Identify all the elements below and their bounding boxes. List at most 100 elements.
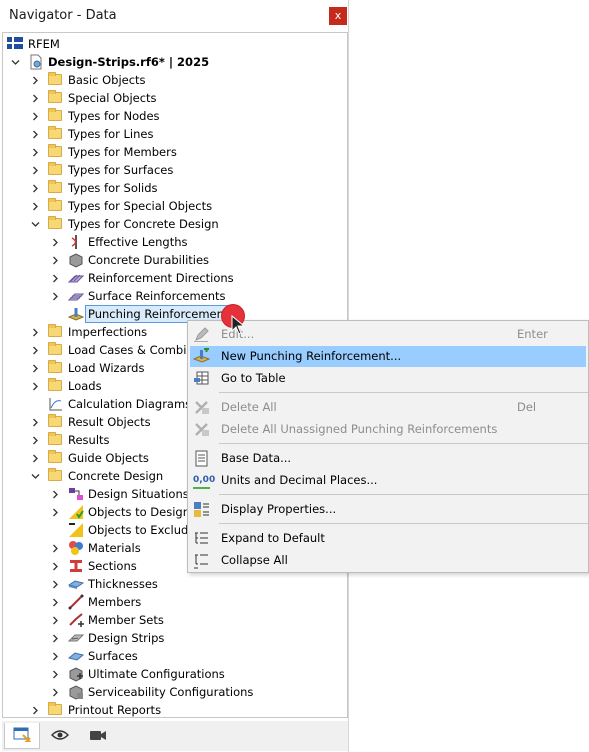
folder-icon: [48, 180, 64, 196]
tree-root[interactable]: RFEM: [3, 35, 347, 53]
folder-icon: [48, 90, 64, 106]
tree-item[interactable]: Surface Reinforcements: [3, 287, 347, 305]
tree-item-label: Special Objects: [68, 91, 157, 105]
menu-label: Base Data...: [221, 451, 292, 465]
data-navigator-icon: [13, 726, 32, 745]
menu-item-collapse-all[interactable]: Collapse All: [190, 550, 586, 571]
chevron-right-icon[interactable]: [49, 575, 61, 593]
tree-item[interactable]: Surfaces: [3, 647, 347, 665]
chevron-right-icon[interactable]: [49, 629, 61, 647]
chevron-down-icon[interactable]: [9, 53, 21, 71]
chevron-right-icon[interactable]: [29, 161, 41, 179]
base-data-icon: [193, 450, 210, 467]
chevron-right-icon[interactable]: [29, 431, 41, 449]
chevron-right-icon[interactable]: [49, 665, 61, 683]
folder-icon: [48, 468, 64, 484]
chevron-right-icon[interactable]: [29, 179, 41, 197]
punching-reinforcement-icon: [67, 306, 85, 322]
tree-item-label: Sections: [88, 559, 137, 573]
menu-item-edit[interactable]: Edit... Enter: [190, 324, 586, 345]
objects-to-exclude-icon: [68, 522, 84, 538]
chevron-right-icon[interactable]: [29, 89, 41, 107]
close-button[interactable]: x: [329, 7, 347, 25]
menu-item-delete-all[interactable]: Delete All Del: [190, 397, 586, 418]
menu-separator: [219, 392, 588, 393]
tree-item[interactable]: Design Strips: [3, 629, 347, 647]
folder-icon: [48, 342, 64, 358]
menu-label: Delete All: [221, 400, 277, 414]
tree-item[interactable]: Thicknesses: [3, 575, 347, 593]
tree-item[interactable]: Types for Members: [3, 143, 347, 161]
tab-camera[interactable]: [80, 723, 116, 749]
chevron-right-icon[interactable]: [29, 107, 41, 125]
chevron-right-icon[interactable]: [49, 233, 61, 251]
tree-item-label: Materials: [88, 541, 141, 555]
folder-icon: [48, 702, 64, 718]
menu-item-delete-unassigned[interactable]: Delete All Unassigned Punching Reinforce…: [190, 419, 586, 440]
sections-icon: [68, 558, 84, 574]
menu-item-new-punching-reinforcement[interactable]: New Punching Reinforcement...: [190, 346, 586, 367]
chevron-right-icon[interactable]: [49, 611, 61, 629]
chevron-right-icon[interactable]: [49, 485, 61, 503]
chevron-right-icon[interactable]: [29, 449, 41, 467]
chevron-down-icon[interactable]: [29, 215, 41, 233]
chevron-right-icon[interactable]: [29, 359, 41, 377]
chevron-right-icon[interactable]: [29, 413, 41, 431]
tree-item[interactable]: Printout Reports: [3, 701, 347, 719]
menu-item-base-data[interactable]: Base Data...: [190, 448, 586, 469]
menu-shortcut: Del: [517, 400, 537, 414]
chevron-right-icon[interactable]: [49, 557, 61, 575]
tab-data[interactable]: [4, 723, 40, 749]
tree-item[interactable]: Concrete Durabilities: [3, 251, 347, 269]
tree-item-label: Load Cases & Combina: [68, 343, 201, 357]
tree-item[interactable]: Reinforcement Directions: [3, 269, 347, 287]
chevron-right-icon[interactable]: [29, 323, 41, 341]
chevron-right-icon[interactable]: [29, 377, 41, 395]
tree-item-label: Thicknesses: [88, 577, 158, 591]
tree-item[interactable]: Ultimate Configurations: [3, 665, 347, 683]
menu-item-go-to-table[interactable]: Go to Table: [190, 368, 586, 389]
chevron-right-icon[interactable]: [29, 143, 41, 161]
chevron-right-icon[interactable]: [49, 593, 61, 611]
menu-item-display-properties[interactable]: Display Properties...: [190, 499, 586, 520]
menu-separator: [219, 523, 588, 524]
tree-item[interactable]: Types for Lines: [3, 125, 347, 143]
tree-item[interactable]: Types for Surfaces: [3, 161, 347, 179]
chevron-right-icon[interactable]: [29, 125, 41, 143]
chevron-right-icon[interactable]: [49, 503, 61, 521]
navigator-tab-bar: [2, 721, 348, 751]
tree-project[interactable]: Design-Strips.rf6* | 2025: [3, 53, 347, 71]
design-strip-icon: [67, 630, 85, 646]
chevron-right-icon[interactable]: [49, 683, 61, 701]
chevron-right-icon[interactable]: [29, 341, 41, 359]
tree-item[interactable]: Special Objects: [3, 89, 347, 107]
tab-view[interactable]: [42, 723, 78, 749]
menu-separator: [219, 494, 588, 495]
tree-item-label: Reinforcement Directions: [88, 271, 234, 285]
diagram-icon: [48, 396, 64, 412]
tree-item-label: Concrete Durabilities: [88, 253, 210, 267]
chevron-right-icon[interactable]: [29, 71, 41, 89]
chevron-right-icon[interactable]: [49, 269, 61, 287]
folder-icon: [48, 72, 64, 88]
tree-item[interactable]: Members: [3, 593, 347, 611]
menu-item-expand-to-default[interactable]: Expand to Default: [190, 528, 586, 549]
chevron-right-icon[interactable]: [49, 539, 61, 557]
tree-item[interactable]: Serviceability Configurations: [3, 683, 347, 701]
tree-item[interactable]: Types for Concrete Design: [3, 215, 347, 233]
chevron-right-icon[interactable]: [49, 251, 61, 269]
tree-item[interactable]: Types for Solids: [3, 179, 347, 197]
tree-item[interactable]: Basic Objects: [3, 71, 347, 89]
chevron-right-icon[interactable]: [49, 647, 61, 665]
chevron-right-icon[interactable]: [29, 701, 41, 719]
tree-item[interactable]: Effective Lengths: [3, 233, 347, 251]
tree-item[interactable]: Member Sets: [3, 611, 347, 629]
tree-item[interactable]: Types for Special Objects: [3, 197, 347, 215]
chevron-right-icon[interactable]: [29, 197, 41, 215]
menu-item-units[interactable]: 0,00 Units and Decimal Places...: [190, 470, 586, 491]
chevron-right-icon[interactable]: [49, 287, 61, 305]
chevron-down-icon[interactable]: [29, 467, 41, 485]
window-title: Navigator - Data: [9, 8, 117, 23]
tree-item[interactable]: Types for Nodes: [3, 107, 347, 125]
model-file-icon: [28, 54, 44, 70]
